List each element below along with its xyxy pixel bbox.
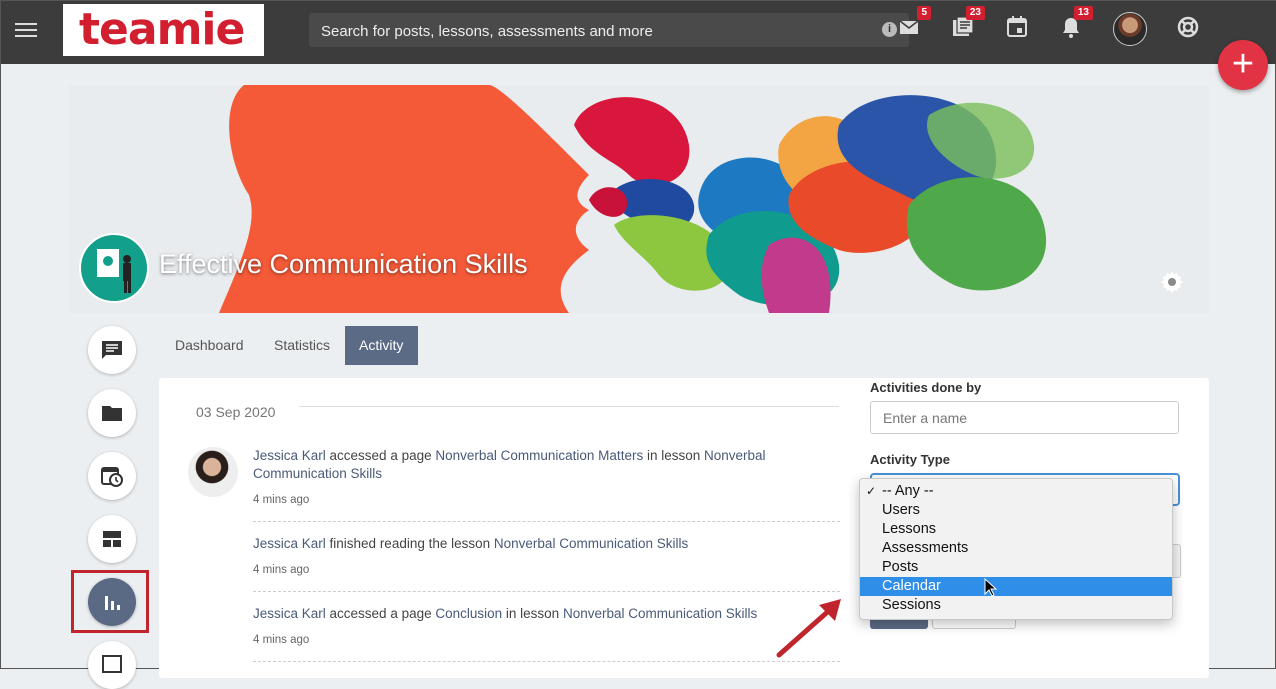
calendar-icon[interactable] [1005, 15, 1031, 41]
annotation-highlight-box [71, 570, 149, 633]
activity-type-label: Activity Type [870, 452, 950, 467]
lesson-link[interactable]: Nonverbal Communication Skills [494, 536, 688, 551]
activity-date: 03 Sep 2020 [196, 404, 276, 420]
activity-entry: Jessica Karl accessed a page Conclusion … [253, 606, 758, 621]
activity-time: 4 mins ago [253, 634, 310, 646]
annotation-arrow-icon [771, 593, 851, 668]
posts-badge: 23 [965, 6, 985, 20]
course-avatar [79, 233, 149, 303]
activities-done-by-label: Activities done by [870, 380, 982, 395]
messages-badge: 5 [917, 6, 931, 20]
user-link[interactable]: Jessica Karl [253, 536, 326, 551]
option-posts[interactable]: Posts [860, 558, 1172, 577]
notifications-badge: 13 [1073, 6, 1093, 20]
teamie-logo[interactable]: teamie [63, 4, 264, 56]
logo-text: teamie [79, 4, 245, 55]
add-button[interactable]: + [1218, 40, 1268, 90]
option-lessons[interactable]: Lessons [860, 520, 1172, 539]
search-input[interactable] [319, 13, 883, 49]
user-link[interactable]: Jessica Karl [253, 448, 326, 463]
sidebar-calendar-clock-button[interactable] [88, 452, 136, 500]
name-filter-input[interactable] [870, 401, 1179, 434]
user-link[interactable]: Jessica Karl [253, 606, 326, 621]
sidebar-posts-button[interactable] [88, 326, 136, 374]
divider [253, 521, 840, 522]
posts-icon[interactable]: 23 [951, 6, 985, 41]
menu-icon[interactable] [15, 19, 37, 39]
option-assessments[interactable]: Assessments [860, 539, 1172, 558]
user-avatar[interactable] [1113, 12, 1147, 46]
notifications-bell-icon[interactable]: 13 [1059, 6, 1093, 41]
activity-entry: Jessica Karl accessed a page Nonverbal C… [253, 448, 766, 481]
activity-time: 4 mins ago [253, 494, 310, 506]
top-bar: teamie i 5 23 13 [1, 1, 1276, 64]
activity-entry: Jessica Karl finished reading the lesson… [253, 536, 689, 551]
messages-icon[interactable]: 5 [897, 6, 931, 41]
option-calendar[interactable]: Calendar [860, 577, 1172, 596]
option-users[interactable]: Users [860, 501, 1172, 520]
option-sessions[interactable]: Sessions [860, 596, 1172, 615]
sidebar-more-button[interactable] [88, 641, 136, 689]
tab-activity-stream[interactable]: Activity Stream [345, 326, 419, 392]
settings-gear-icon[interactable] [1160, 270, 1184, 294]
lesson-link[interactable]: Nonverbal Communication Skills [563, 606, 757, 621]
divider [299, 406, 839, 407]
search-bar: i [309, 13, 909, 49]
mouse-pointer-icon [984, 577, 998, 603]
info-icon[interactable]: i [882, 22, 897, 37]
activity-user-avatar[interactable] [188, 447, 238, 497]
help-lifebuoy-icon[interactable] [1176, 15, 1202, 41]
sidebar-dashboard-button[interactable] [88, 515, 136, 563]
sidebar-folder-button[interactable] [88, 389, 136, 437]
page-link[interactable]: Nonverbal Communication Matters [435, 448, 643, 463]
activity-type-dropdown: ✓ -- Any -- Users Lessons Assessments Pos… [859, 478, 1173, 620]
activity-time: 4 mins ago [253, 564, 310, 576]
divider [253, 661, 840, 662]
option-any[interactable]: ✓ -- Any -- [860, 482, 1172, 501]
tab-dashboard[interactable]: Dashboard [161, 326, 258, 365]
divider [253, 591, 840, 592]
page-link[interactable]: Conclusion [435, 606, 502, 621]
course-title: Effective Communication Skills [159, 249, 528, 279]
checkmark-icon: ✓ [866, 484, 877, 498]
tab-statistics[interactable]: Statistics [260, 326, 344, 365]
